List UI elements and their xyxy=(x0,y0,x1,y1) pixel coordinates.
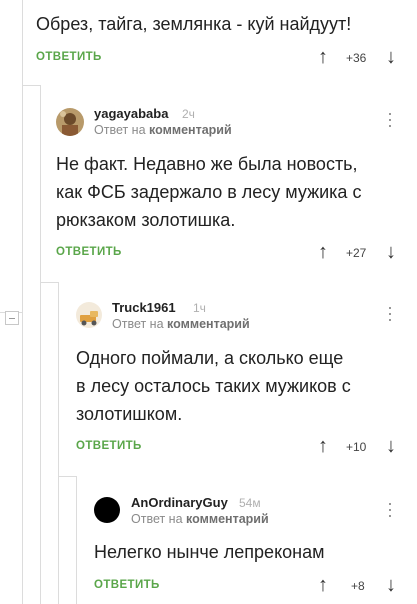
arrow-up-icon[interactable]: ↑ xyxy=(318,436,328,456)
more-vertical-icon[interactable]: · · · xyxy=(386,494,394,524)
reply-to-meta: Ответ на комментарий xyxy=(94,123,232,137)
comment-author[interactable]: AnOrdinaryGuy xyxy=(131,495,228,510)
thread-connector xyxy=(40,282,58,283)
comment-text-line: в лесу осталось таких мужиков с xyxy=(76,376,351,396)
reply-to-link[interactable]: комментарий xyxy=(186,512,269,526)
reply-button[interactable]: ОТВЕТИТЬ xyxy=(36,51,102,63)
collapse-minus-icon[interactable] xyxy=(5,311,19,325)
comment-time: 2ч xyxy=(182,107,195,121)
reply-to-meta: Ответ на комментарий xyxy=(112,317,250,331)
reply-to-link[interactable]: комментарий xyxy=(149,123,232,137)
comment-text-line: Одного поймали, а сколько еще xyxy=(76,348,344,368)
arrow-down-icon[interactable]: ↓ xyxy=(386,575,396,595)
comment-author[interactable]: Truck1961 xyxy=(112,300,176,315)
avatar[interactable] xyxy=(94,497,120,523)
thread-line-level-2 xyxy=(40,85,41,604)
comment-text-line: рюкзаком золотишка. xyxy=(56,210,236,230)
comment-time: 54м xyxy=(239,496,261,510)
arrow-up-icon[interactable]: ↑ xyxy=(318,47,328,67)
comment-time: 1ч xyxy=(193,301,206,315)
comment-text: Нелегко нынче лепреконам xyxy=(94,538,324,566)
comment-text-line: как ФСБ задержало в лесу мужика с xyxy=(56,182,362,202)
vote-count: +8 xyxy=(351,579,365,593)
thread-line-level-4 xyxy=(76,476,77,604)
reply-to-prefix: Ответ на xyxy=(94,123,146,137)
reply-button[interactable]: ОТВЕТИТЬ xyxy=(56,246,122,258)
thread-line-level-3 xyxy=(58,282,59,604)
thread-line-level-1 xyxy=(22,0,23,604)
reply-to-prefix: Ответ на xyxy=(112,317,164,331)
comment-author[interactable]: yagayababa xyxy=(94,106,168,121)
arrow-up-icon[interactable]: ↑ xyxy=(318,575,328,595)
avatar[interactable] xyxy=(76,302,102,328)
comment-text: Одного поймали, а сколько еще в лесу ост… xyxy=(76,344,351,428)
comment-text-line: Не факт. Недавно же была новость, xyxy=(56,154,358,174)
comment-text: Не факт. Недавно же была новость, как ФС… xyxy=(56,150,361,234)
avatar[interactable] xyxy=(56,108,84,136)
more-vertical-icon[interactable]: · · · xyxy=(386,104,394,134)
vote-count: +27 xyxy=(346,246,367,260)
vote-count: +10 xyxy=(346,440,367,454)
reply-to-meta: Ответ на комментарий xyxy=(131,512,269,526)
comment-text: Обрез, тайга, землянка - куй найдуут! xyxy=(36,14,352,34)
arrow-down-icon[interactable]: ↓ xyxy=(386,47,396,67)
reply-to-link[interactable]: комментарий xyxy=(167,317,250,331)
reply-button[interactable]: ОТВЕТИТЬ xyxy=(94,579,160,591)
arrow-down-icon[interactable]: ↓ xyxy=(386,242,396,262)
thread-connector xyxy=(58,476,76,477)
reply-button[interactable]: ОТВЕТИТЬ xyxy=(76,440,142,452)
comment-text-line: золотишком. xyxy=(76,404,183,424)
arrow-down-icon[interactable]: ↓ xyxy=(386,436,396,456)
comment-text-line: Нелегко нынче лепреконам xyxy=(94,542,325,562)
vote-count: +36 xyxy=(346,51,367,65)
reply-to-prefix: Ответ на xyxy=(131,512,183,526)
arrow-up-icon[interactable]: ↑ xyxy=(318,242,328,262)
thread-connector xyxy=(22,85,40,86)
more-vertical-icon[interactable]: · · · xyxy=(386,298,394,328)
